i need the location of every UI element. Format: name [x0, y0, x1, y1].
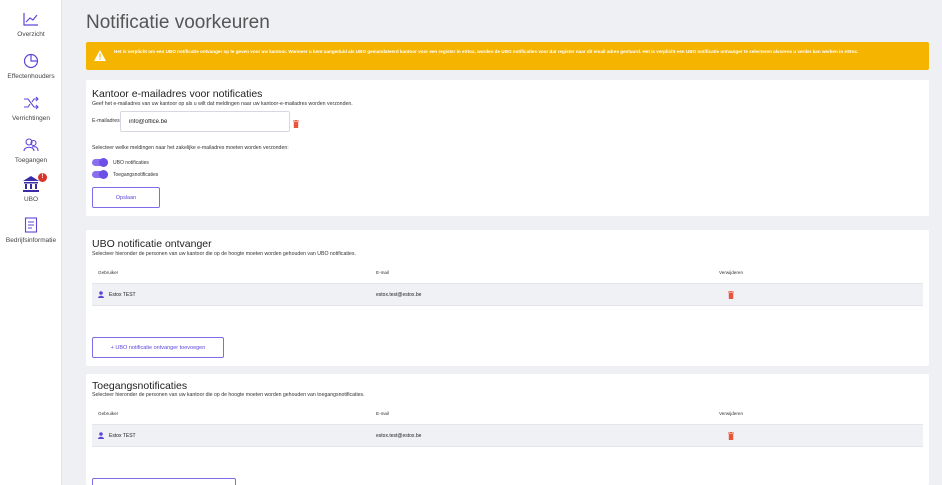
trash-icon[interactable]: [728, 291, 734, 299]
ubo-notifications-toggle[interactable]: [92, 158, 108, 167]
card-title: Toegangsnotificaties: [92, 380, 188, 392]
trash-icon[interactable]: [293, 120, 299, 128]
warning-icon: [94, 50, 106, 61]
sidebar-item-ubo[interactable]: ! UBO: [0, 173, 62, 203]
chart-line-icon: [23, 13, 38, 26]
sidebar: Overzicht Effectenhouders Verrichtingen …: [0, 0, 62, 485]
sidebar-item-toegangen[interactable]: Toegangen: [0, 136, 62, 164]
document-icon: [24, 217, 38, 233]
warning-text: Het is verplicht om een UBO notificatie …: [114, 49, 859, 54]
sidebar-item-label: Effectenhouders: [7, 73, 55, 80]
sidebar-item-effectenhouders[interactable]: Effectenhouders: [0, 52, 62, 80]
sidebar-item-overzicht[interactable]: Overzicht: [0, 10, 62, 38]
sidebar-item-verrichtingen[interactable]: Verrichtingen: [0, 94, 62, 122]
column-header-delete: Verwijderen: [719, 411, 744, 416]
column-header-delete: Verwijderen: [719, 270, 744, 275]
save-button[interactable]: Opslaan: [92, 187, 160, 208]
user-icon: [98, 432, 104, 439]
sidebar-item-label: Overzicht: [17, 31, 45, 38]
page-title: Notificatie voorkeuren: [86, 12, 270, 33]
sidebar-item-bedrijfsinformatie[interactable]: Bedrijfsinformatie: [0, 216, 62, 244]
email-label: E-mailadres: [92, 118, 120, 124]
card-subtitle: Selecteer hieronder de personen van uw k…: [92, 251, 356, 257]
toggle-label: UBO notificaties: [113, 160, 149, 166]
card-subtitle: Geef het e-mailadres van uw kantoor op a…: [92, 101, 353, 107]
table-row: Estox TEST estox.test@estox.be: [92, 283, 923, 306]
add-access-recipient-button[interactable]: [92, 478, 236, 485]
sidebar-item-label: Verrichtingen: [12, 115, 50, 122]
sidebar-item-label: Bedrijfsinformatie: [5, 237, 57, 244]
toggle-label: Toegangsnotificaties: [113, 172, 159, 178]
add-ubo-recipient-button[interactable]: + UBO notificatie ontvanger toevoegen: [92, 337, 224, 358]
warning-banner: Het is verplicht om een UBO notificatie …: [86, 42, 929, 70]
column-header-email: E-mail: [376, 411, 390, 416]
user-icon: [98, 291, 104, 298]
table-row: Estox TEST estox.test@estox.be: [92, 424, 923, 447]
sidebar-item-label: UBO: [23, 196, 39, 203]
column-header-email: E-mail: [376, 270, 390, 275]
shuffle-icon: [24, 96, 39, 110]
user-name: Estox TEST: [109, 433, 136, 439]
trash-icon[interactable]: [728, 432, 734, 440]
email-field[interactable]: [120, 111, 290, 132]
user-email: estox.test@estox.be: [376, 292, 422, 298]
card-subtitle: Selecteer hieronder de personen van uw k…: [92, 392, 365, 398]
users-icon: [23, 138, 39, 152]
ubo-recipients-card: UBO notificatie ontvanger Selecteer hier…: [86, 230, 929, 366]
access-notifications-card: Toegangsnotificaties Selecteer hieronder…: [86, 374, 929, 485]
column-header-user: Gebruiker: [98, 411, 119, 416]
pie-chart-icon: [23, 53, 39, 69]
alert-badge: !: [38, 173, 47, 182]
card-title: Kantoor e-mailadres voor notificaties: [92, 88, 263, 100]
card-title: UBO notificatie ontvanger: [92, 238, 212, 250]
user-name: Estox TEST: [109, 292, 136, 298]
select-notifications-text: Selecteer welke meldingen naar het zakel…: [92, 145, 289, 151]
column-header-user: Gebruiker: [98, 270, 119, 275]
user-email: estox.test@estox.be: [376, 433, 422, 439]
sidebar-item-label: Toegangen: [14, 157, 48, 164]
office-email-card: Kantoor e-mailadres voor notificaties Ge…: [86, 80, 929, 216]
access-notifications-toggle[interactable]: [92, 170, 108, 179]
